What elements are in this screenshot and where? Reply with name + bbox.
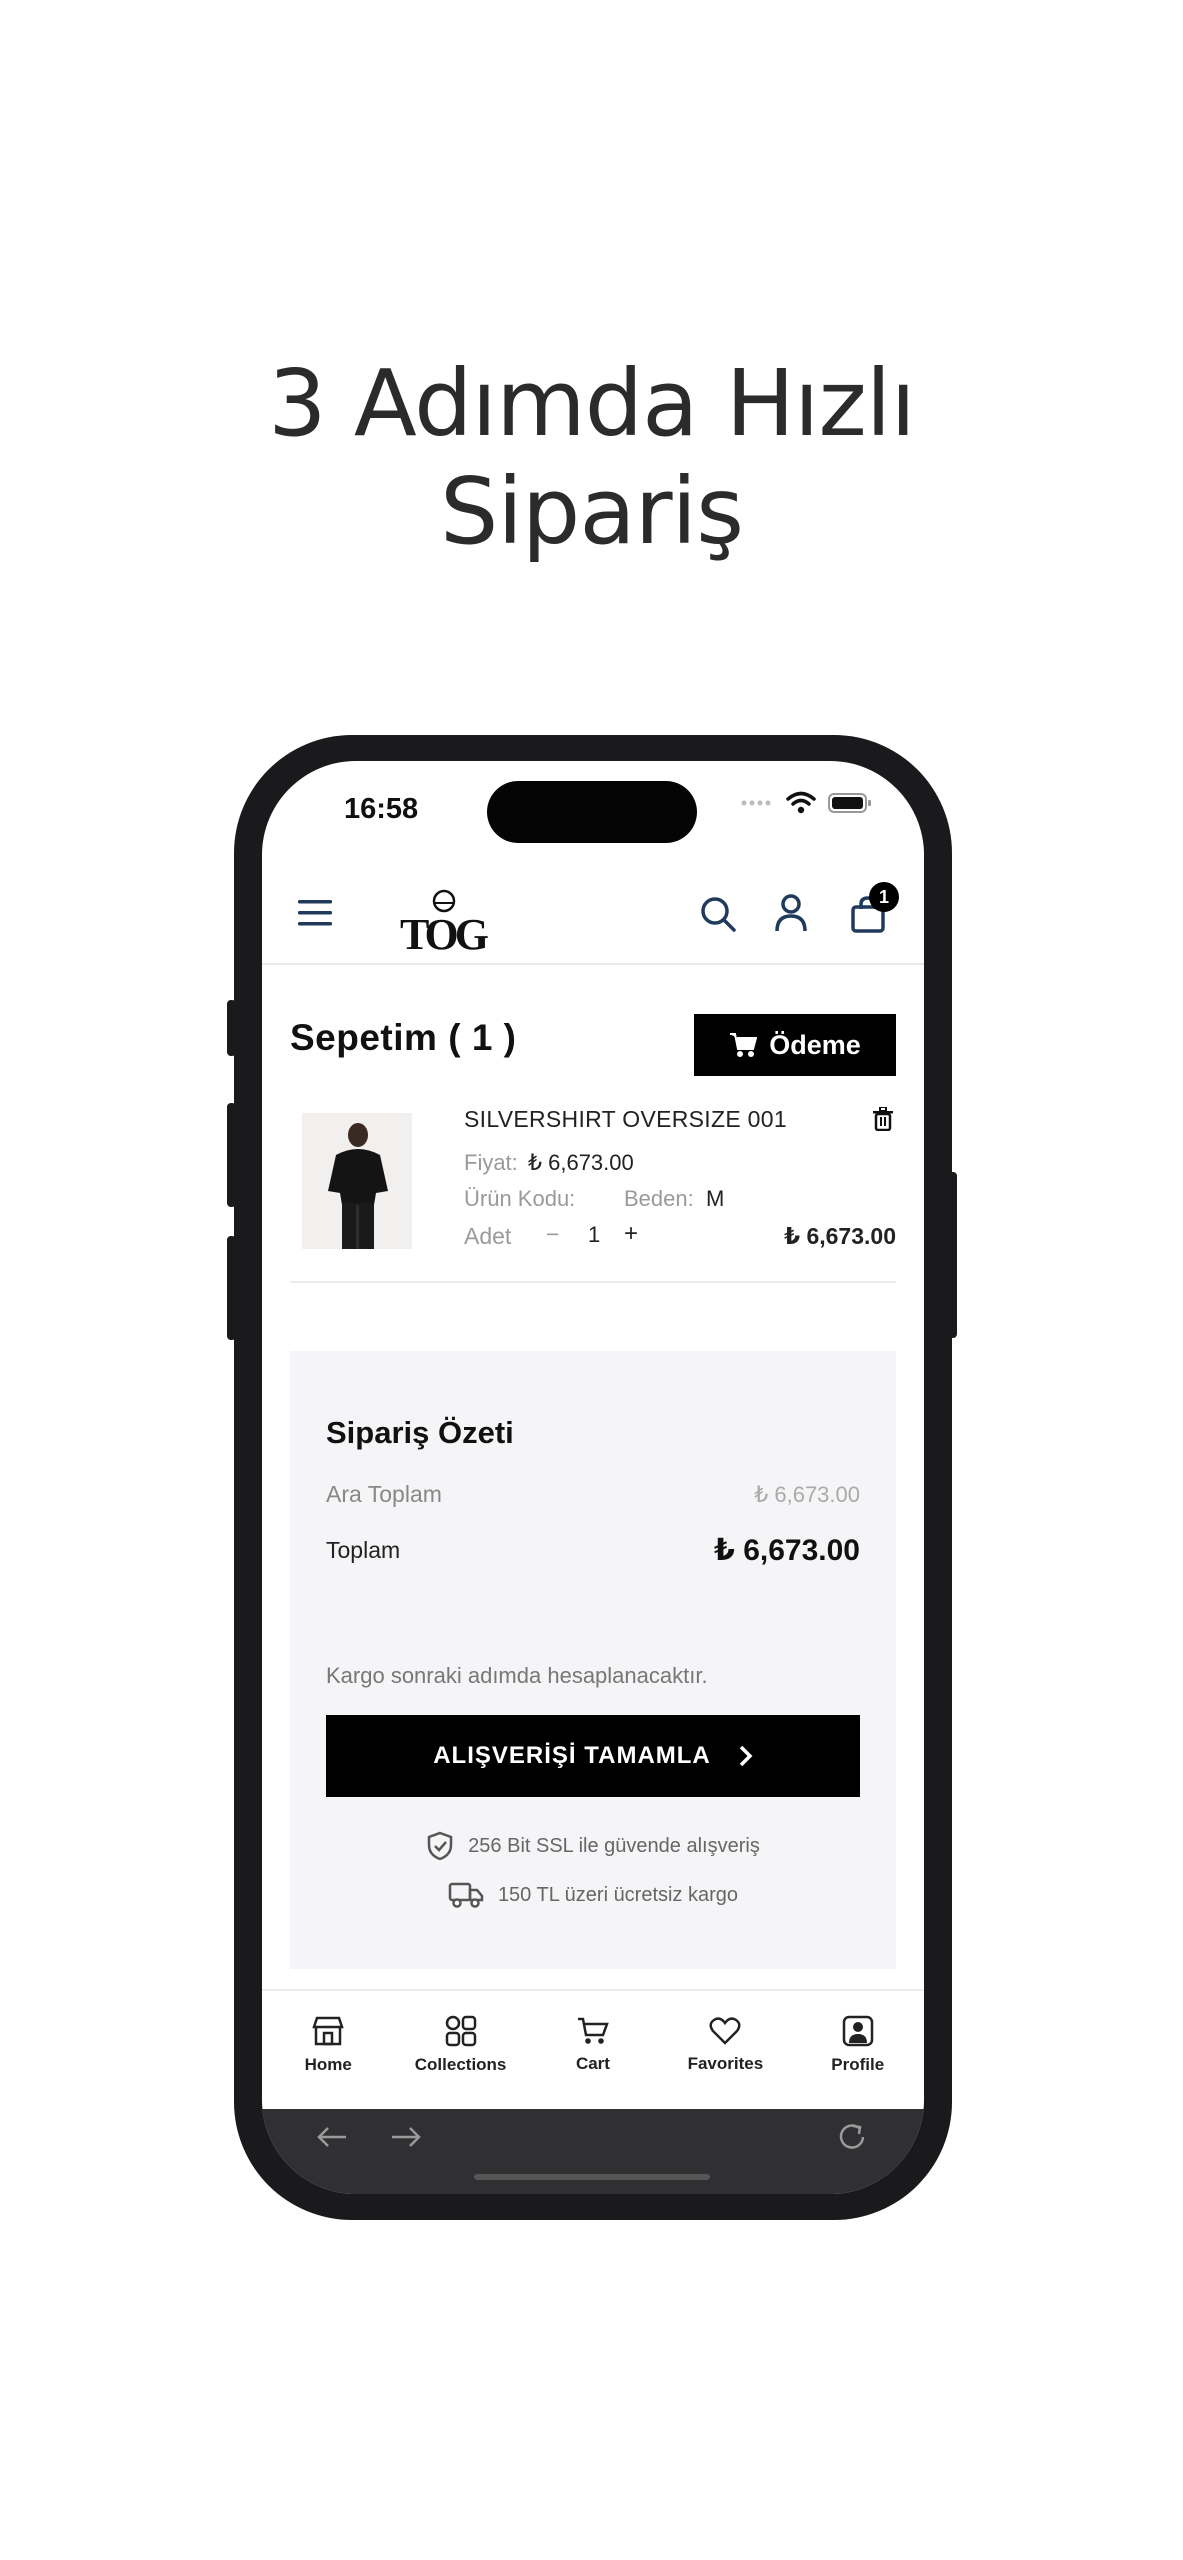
tab-collections-label: Collections xyxy=(414,2055,507,2074)
tab-home[interactable]: Home xyxy=(268,2015,388,2075)
tab-cart-label: Cart xyxy=(575,2054,610,2073)
headline-line-2: Sipariş xyxy=(439,458,744,565)
search-icon[interactable] xyxy=(699,895,737,933)
battery-icon xyxy=(828,793,871,813)
phone-power-button xyxy=(948,1172,957,1338)
forward-arrow-icon[interactable] xyxy=(390,2125,422,2149)
shield-check-icon xyxy=(427,1831,453,1861)
complete-order-label: ALIŞVERİŞİ TAMAMLA xyxy=(433,1742,711,1769)
quantity-decrease-button[interactable]: − xyxy=(546,1221,559,1248)
ssl-note: 256 Bit SSL ile güvende alışveriş xyxy=(290,1831,896,1861)
quantity-increase-button[interactable]: + xyxy=(624,1220,638,1248)
signal-icon xyxy=(741,800,771,806)
wifi-icon xyxy=(786,791,816,814)
tab-cart[interactable]: Cart xyxy=(533,2016,653,2074)
free-shipping-note: 150 TL üzeri ücretsiz kargo xyxy=(290,1881,896,1909)
item-total: ₺ 6,673.00 xyxy=(784,1223,896,1249)
dynamic-island xyxy=(487,781,697,843)
total-label: Toplam xyxy=(326,1537,401,1563)
home-indicator xyxy=(474,2174,710,2180)
price-value: ₺ 6,673.00 xyxy=(528,1150,634,1175)
back-arrow-icon[interactable] xyxy=(316,2125,348,2149)
summary-title: Sipariş Özeti xyxy=(326,1415,514,1450)
reload-icon[interactable] xyxy=(836,2121,868,2153)
status-icons xyxy=(740,791,872,815)
ssl-note-text: 256 Bit SSL ile güvende alışveriş xyxy=(468,1834,760,1857)
logo-text: TOG xyxy=(400,910,489,959)
size-value: M xyxy=(706,1186,725,1211)
page-headline: 3 Adımda Hızlı Sipariş xyxy=(0,350,1183,566)
brand-logo[interactable]: TOG xyxy=(400,883,500,959)
tab-collections[interactable]: Collections xyxy=(401,2015,521,2075)
product-thumbnail[interactable] xyxy=(302,1113,412,1249)
tab-profile-label: Profile xyxy=(831,2055,885,2074)
complete-order-button[interactable]: ALIŞVERİŞİ TAMAMLA xyxy=(326,1715,860,1797)
item-divider xyxy=(290,1281,896,1283)
cart-title: Sepetim ( 1 ) xyxy=(290,1017,517,1058)
phone-volume-up-button xyxy=(227,1103,236,1207)
checkout-button-label: Ödeme xyxy=(769,1029,861,1060)
subtotal-label: Ara Toplam xyxy=(326,1481,442,1507)
product-code-label: Ürün Kodu: xyxy=(464,1186,576,1211)
menu-icon[interactable] xyxy=(296,897,334,929)
grid-icon xyxy=(445,2015,476,2047)
tab-favorites[interactable]: Favorites xyxy=(665,2016,785,2074)
order-summary: Sipariş Özeti Ara Toplam ₺ 6,673.00 Topl… xyxy=(290,1351,896,1969)
cart-icon xyxy=(730,1033,758,1057)
subtotal-row: Ara Toplam ₺ 6,673.00 xyxy=(326,1481,860,1508)
trash-icon[interactable] xyxy=(872,1107,894,1131)
store-icon xyxy=(312,2016,344,2046)
bottom-tab-bar: Home Collections Cart Favorites Profile xyxy=(262,1989,924,2099)
quantity-value[interactable]: 1 xyxy=(588,1222,600,1248)
total-row: Toplam ₺ 6,673.00 xyxy=(326,1533,860,1568)
heart-icon xyxy=(709,2017,741,2045)
subtotal-value: ₺ 6,673.00 xyxy=(754,1481,860,1507)
headline-line-1: 3 Adımda Hızlı xyxy=(268,350,916,457)
shipping-note: Kargo sonraki adımda hesaplanacaktır. xyxy=(326,1663,708,1688)
phone-volume-down-button xyxy=(227,1236,236,1340)
app-header: TOG 1 xyxy=(262,861,924,965)
profile-icon xyxy=(842,2015,873,2047)
size-label: Beden: xyxy=(624,1186,694,1211)
product-name[interactable]: SILVERSHIRT OVERSIZE 001 xyxy=(464,1106,787,1133)
status-time: 16:58 xyxy=(344,793,419,825)
browser-toolbar xyxy=(262,2109,924,2194)
phone-mute-button xyxy=(227,1000,236,1056)
total-value: ₺ 6,673.00 xyxy=(714,1534,860,1567)
quantity-label: Adet xyxy=(464,1223,512,1249)
chevron-right-icon xyxy=(739,1745,753,1767)
tab-home-label: Home xyxy=(304,2055,352,2074)
checkout-button[interactable]: Ödeme xyxy=(694,1014,896,1076)
product-image xyxy=(302,1113,412,1249)
price-label: Fiyat: xyxy=(464,1150,518,1175)
tab-profile[interactable]: Profile xyxy=(798,2015,918,2075)
free-shipping-note-text: 150 TL üzeri ücretsiz kargo xyxy=(497,1883,739,1906)
truck-icon xyxy=(448,1882,484,1908)
phone-screen: 16:58 TOG 1 Sepetim ( 1 ) Ödeme SILVERSH… xyxy=(262,761,924,2194)
cart-count-badge: 1 xyxy=(869,882,899,912)
cart-icon xyxy=(577,2017,609,2044)
user-icon[interactable] xyxy=(774,893,808,933)
tab-favorites-label: Favorites xyxy=(687,2054,764,2073)
